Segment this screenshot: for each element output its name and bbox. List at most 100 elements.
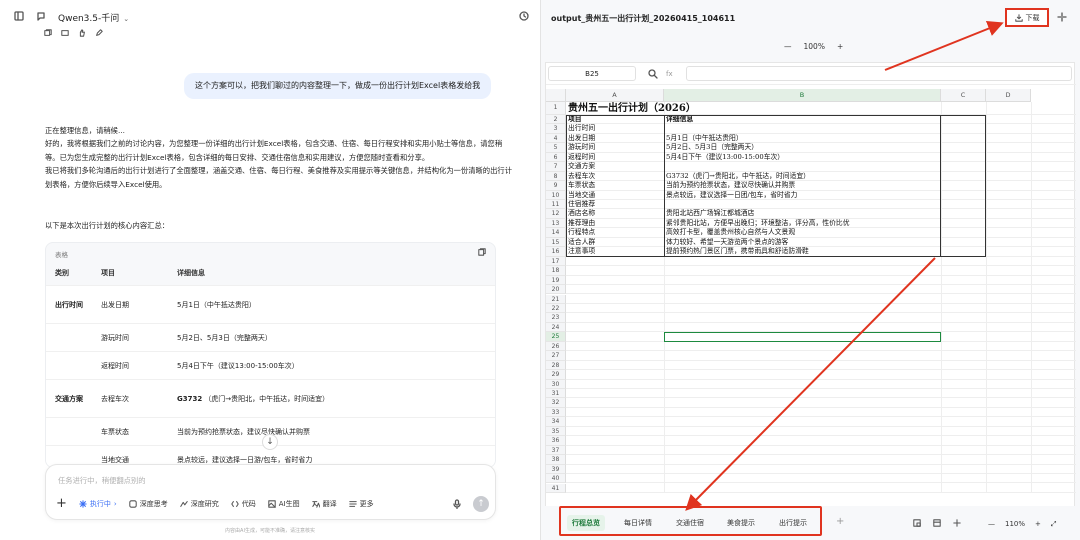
sheet-tab[interactable]: 美食提示: [722, 515, 760, 531]
zoom-in-button[interactable]: +: [837, 42, 843, 51]
row-header[interactable]: 23: [546, 313, 566, 323]
freeze-icon[interactable]: [953, 519, 961, 527]
ai-image-button[interactable]: AI生图: [267, 499, 300, 509]
microphone-icon[interactable]: [452, 499, 462, 509]
sheet-tabs-bar: 行程总览 每日详情 交通住宿 美食提示 出行提示 + — 110% + ⤢: [541, 506, 1080, 540]
row-header[interactable]: 34: [546, 417, 566, 427]
row-header[interactable]: 4: [546, 133, 566, 144]
row-header[interactable]: 29: [546, 370, 566, 380]
select-all-corner[interactable]: [546, 89, 566, 102]
row-header[interactable]: 40: [546, 474, 566, 484]
row-header[interactable]: 14: [546, 228, 566, 238]
sheet-title-cell[interactable]: 贵州五一出行计划（2026）: [566, 102, 866, 115]
formula-input[interactable]: [686, 66, 1072, 81]
column-header[interactable]: A: [566, 89, 664, 102]
fit-icon[interactable]: ⤢: [1051, 520, 1057, 529]
card-icon[interactable]: [61, 29, 69, 37]
column-header[interactable]: D: [986, 89, 1031, 102]
expand-icon[interactable]: [1057, 12, 1067, 22]
row-header[interactable]: 10: [546, 190, 566, 200]
zoom-out-bottom-button[interactable]: —: [988, 520, 995, 529]
row-header[interactable]: 26: [546, 341, 566, 352]
row-header[interactable]: 22: [546, 303, 566, 314]
row-header[interactable]: 27: [546, 351, 566, 361]
row-header[interactable]: 6: [546, 152, 566, 163]
download-icon: [1014, 13, 1023, 22]
row-header[interactable]: 1: [546, 102, 566, 115]
row-header[interactable]: 7: [546, 162, 566, 172]
selected-cell[interactable]: [664, 332, 941, 342]
sheet-tab[interactable]: 行程总览: [567, 515, 605, 531]
row-header[interactable]: 36: [546, 436, 566, 446]
add-sheet-button[interactable]: +: [836, 516, 844, 527]
grid-row: [566, 295, 1076, 304]
sheet-tab[interactable]: 出行提示: [774, 515, 812, 531]
download-button[interactable]: 下载: [1005, 8, 1049, 27]
input-toolbar: + 执行中 › 深度思考 深度研究 代码 AI生图 翻译 更多: [56, 497, 374, 510]
more-button[interactable]: 更多: [348, 499, 374, 509]
row-header[interactable]: 21: [546, 294, 566, 304]
search-icon[interactable]: [648, 68, 658, 79]
model-selector[interactable]: Qwen3.5-千问 ⌄: [58, 11, 129, 24]
translate-label: 翻译: [322, 500, 337, 508]
thumb-icon[interactable]: [78, 29, 86, 37]
new-chat-icon[interactable]: [36, 11, 46, 21]
history-icon[interactable]: [519, 11, 529, 21]
column-header[interactable]: C: [941, 89, 986, 102]
row-header[interactable]: 38: [546, 455, 566, 465]
row-header[interactable]: 25: [546, 332, 566, 342]
deep-think-button[interactable]: 深度思考: [128, 499, 168, 509]
chat-input-placeholder[interactable]: 任务进行中，稍便翻点别的: [58, 476, 146, 486]
table-border: [664, 114, 941, 257]
row-header[interactable]: 32: [546, 398, 566, 408]
row-header[interactable]: 37: [546, 445, 566, 456]
add-attachment-button[interactable]: +: [56, 497, 67, 510]
row-header[interactable]: 9: [546, 181, 566, 191]
row-header[interactable]: 12: [546, 209, 566, 219]
translate-button[interactable]: 翻译: [311, 499, 337, 509]
edit-icon[interactable]: [95, 29, 103, 37]
row-header[interactable]: 15: [546, 237, 566, 248]
row-header[interactable]: 33: [546, 407, 566, 418]
copy-table-icon[interactable]: [478, 248, 486, 256]
cell-reference-box[interactable]: B25: [548, 66, 636, 81]
row-header[interactable]: 20: [546, 285, 566, 295]
chat-input-box[interactable]: 任务进行中，稍便翻点别的 + 执行中 › 深度思考 深度研究 代码 AI生图 翻译…: [45, 464, 496, 520]
code-icon: [230, 500, 239, 508]
bottom-tools: [913, 519, 961, 527]
row-header[interactable]: 16: [546, 247, 566, 257]
zoom-out-button[interactable]: —: [784, 42, 792, 51]
view-icon[interactable]: [913, 519, 921, 527]
row-header[interactable]: 35: [546, 426, 566, 437]
code-button[interactable]: 代码: [230, 499, 256, 509]
row-header[interactable]: 17: [546, 256, 566, 267]
layout-icon[interactable]: [933, 519, 941, 527]
sheet-tab[interactable]: 每日详情: [619, 515, 657, 531]
formula-tools: fx: [644, 66, 673, 81]
row-header[interactable]: 41: [546, 483, 566, 493]
row-header[interactable]: 5: [546, 143, 566, 153]
sidebar-toggle-icon[interactable]: [14, 11, 24, 21]
row-header[interactable]: 31: [546, 389, 566, 399]
exec-status-button[interactable]: 执行中 ›: [79, 499, 117, 509]
send-button[interactable]: ↑: [473, 496, 489, 512]
deep-research-button[interactable]: 深度研究: [179, 499, 219, 509]
zoom-in-bottom-button[interactable]: +: [1035, 520, 1041, 529]
column-header[interactable]: B: [664, 89, 941, 102]
row-header[interactable]: 19: [546, 275, 566, 286]
grid-row: [566, 417, 1076, 427]
row-header[interactable]: 11: [546, 200, 566, 210]
row-header[interactable]: 8: [546, 171, 566, 182]
copy-icon[interactable]: [44, 29, 52, 37]
row-header[interactable]: 28: [546, 360, 566, 371]
row-header[interactable]: 18: [546, 266, 566, 276]
row-item: 去程车次: [101, 394, 129, 403]
row-header[interactable]: 3: [546, 124, 566, 134]
scroll-down-button[interactable]: ↓: [262, 434, 278, 450]
sheet-tab[interactable]: 交通住宿: [671, 515, 709, 531]
row-header[interactable]: 13: [546, 218, 566, 229]
row-header[interactable]: 39: [546, 464, 566, 475]
row-header[interactable]: 2: [546, 114, 566, 125]
row-header[interactable]: 24: [546, 322, 566, 333]
row-header[interactable]: 30: [546, 379, 566, 389]
